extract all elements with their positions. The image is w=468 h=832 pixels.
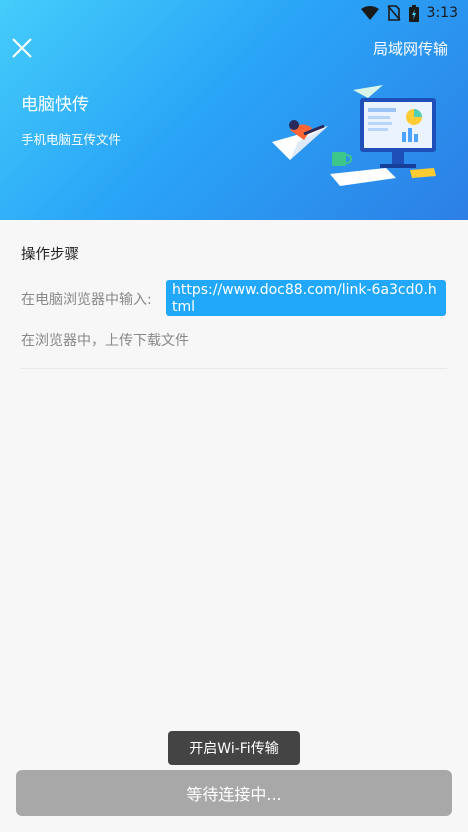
transfer-url[interactable]: https://www.doc88.com/link-6a3cd0.html: [166, 280, 446, 316]
divider: [21, 368, 447, 369]
computer-transfer-illustration: [272, 85, 436, 186]
header-banner: 3:13 局域网传输 电脑快传 手机电脑互传文件: [0, 0, 468, 220]
lan-transfer-button[interactable]: 局域网传输: [373, 38, 448, 59]
status-time: 3:13: [426, 5, 458, 21]
battery-charging-icon: [408, 4, 419, 22]
toast-message: 开启Wi-Fi传输: [168, 731, 300, 765]
waiting-connection-button[interactable]: 等待连接中...: [16, 770, 452, 816]
close-icon[interactable]: [10, 36, 34, 60]
page-title: 电脑快传: [21, 95, 89, 115]
page-subtitle: 手机电脑互传文件: [21, 132, 122, 147]
step1-label: 在电脑浏览器中输入:: [21, 292, 152, 308]
status-bar: 3:13: [0, 0, 468, 26]
steps-title: 操作步骤: [21, 247, 79, 263]
no-sim-icon: [386, 5, 401, 21]
step2-label: 在浏览器中，上传下载文件: [21, 333, 189, 349]
wifi-icon: [360, 6, 379, 20]
